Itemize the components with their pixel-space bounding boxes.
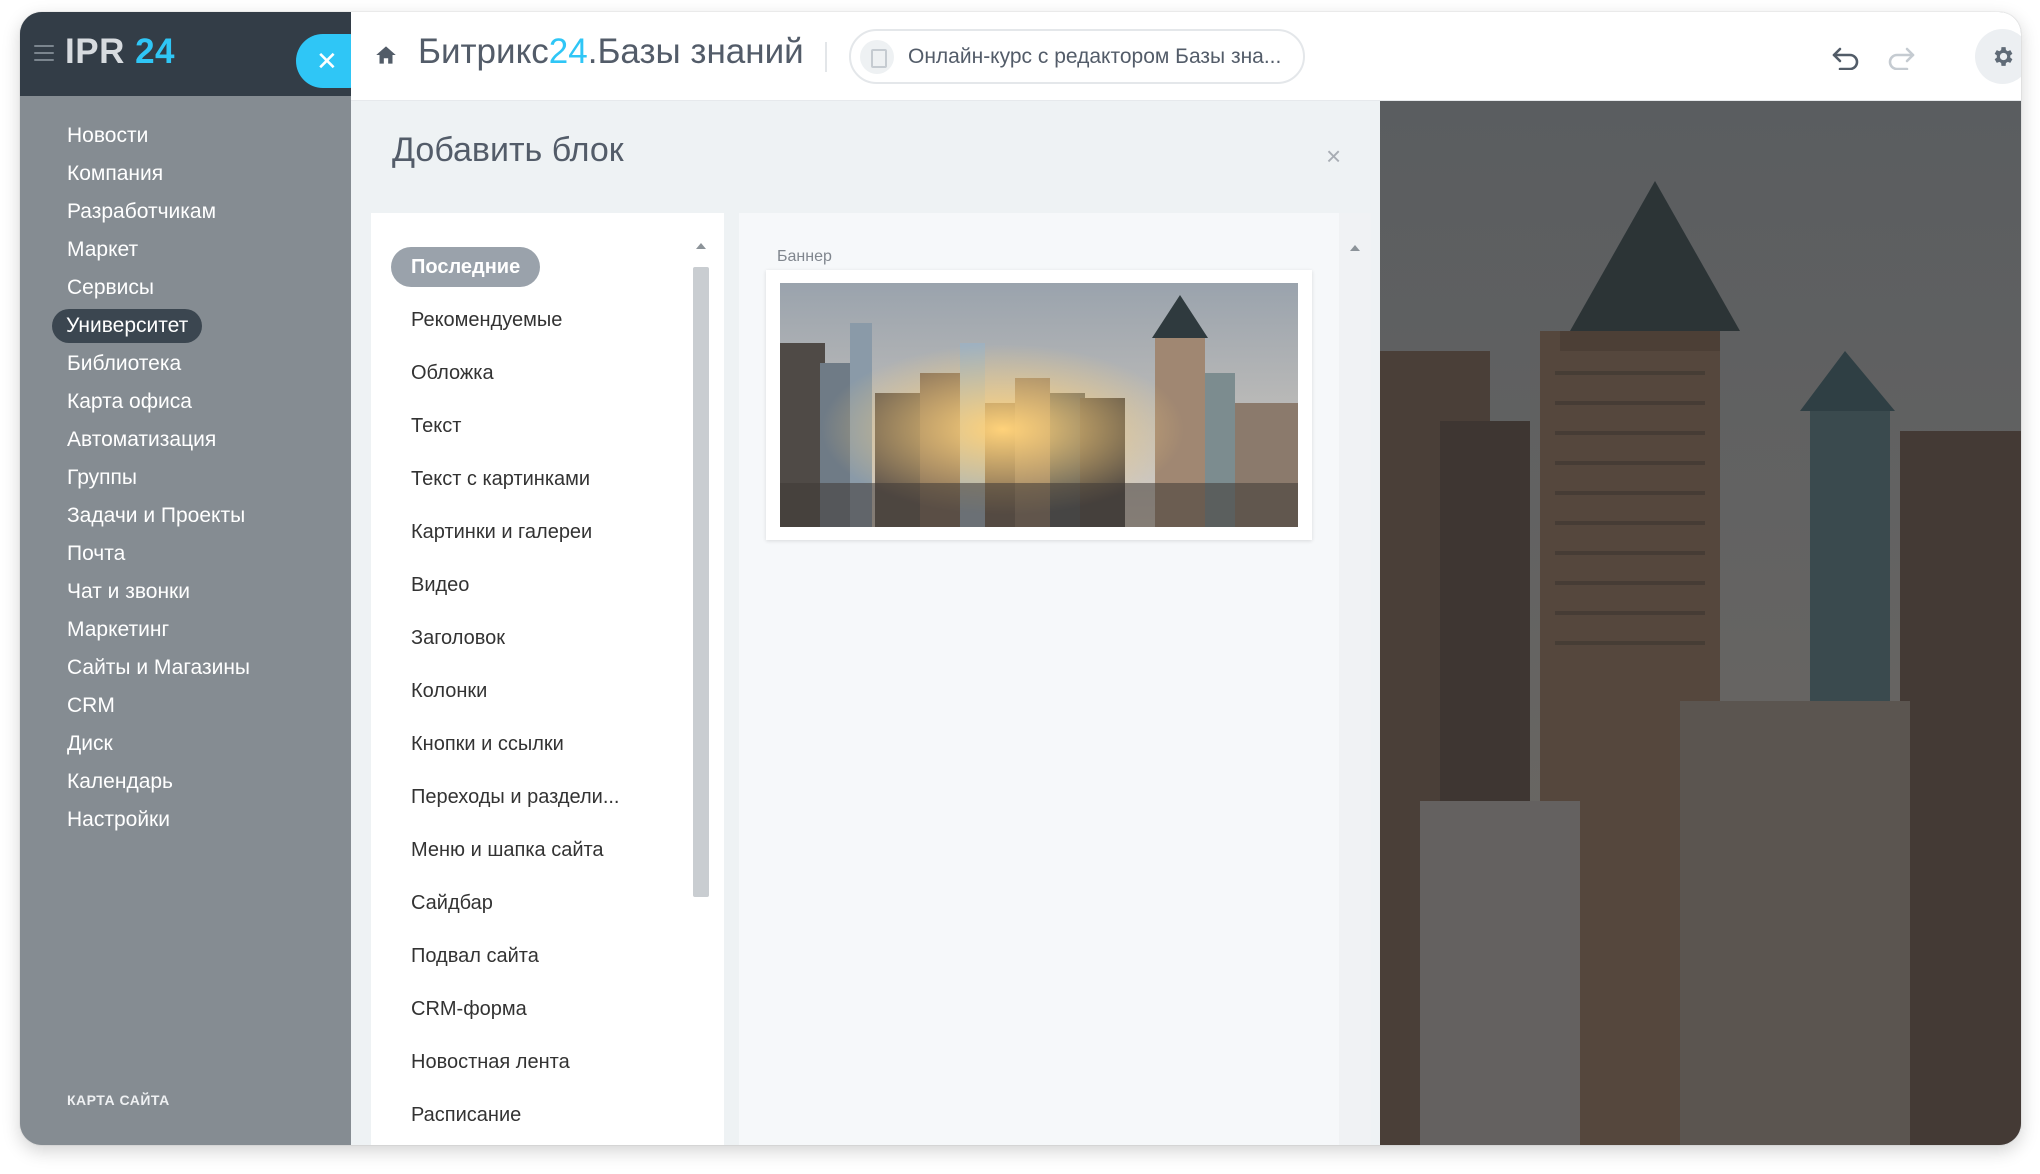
sidebar-item-calendar[interactable]: Календарь [67, 765, 173, 799]
sidebar-item-automation[interactable]: Автоматизация [67, 423, 216, 457]
undo-icon[interactable] [1831, 44, 1861, 70]
title-accent: 24 [548, 32, 588, 71]
category-news-feed[interactable]: Новостная лента [391, 1042, 590, 1082]
category-text-images[interactable]: Текст с картинками [391, 459, 610, 499]
sidebar-item-disk[interactable]: Диск [67, 727, 113, 761]
sidebar-item-office-map[interactable]: Карта офиса [67, 385, 192, 419]
sidebar-item-mail[interactable]: Почта [67, 537, 125, 571]
sidebar-item-developers[interactable]: Разработчикам [67, 195, 216, 229]
block-scroll-up-arrow-icon[interactable] [1350, 245, 1360, 251]
category-galleries[interactable]: Картинки и галереи [391, 512, 612, 552]
document-icon [860, 40, 894, 74]
page-title: Битрикс24.Базы знаний [418, 32, 804, 72]
sidebar: IPR 24 ✕ Новости Компания Разработчикам … [20, 12, 376, 1145]
sidebar-item-marketing[interactable]: Маркетинг [67, 613, 169, 647]
sidebar-item-sites[interactable]: Сайты и Магазины [67, 651, 250, 685]
gear-icon [1994, 47, 2013, 66]
category-footer[interactable]: Подвал сайта [391, 936, 559, 976]
category-scrollbar[interactable] [693, 243, 709, 1145]
sidebar-item-library[interactable]: Библиотека [67, 347, 181, 381]
sidebar-item-crm[interactable]: CRM [67, 689, 115, 723]
scrollbar-thumb[interactable] [693, 267, 709, 897]
add-block-panel: Добавить блок × Последние Рекомендуемые … [351, 101, 1380, 1145]
block-card-banner[interactable] [766, 270, 1312, 540]
sidebar-item-market[interactable]: Маркет [67, 233, 138, 267]
category-buttons-links[interactable]: Кнопки и ссылки [391, 724, 584, 764]
title-divider [825, 42, 827, 72]
block-scrollbar[interactable] [1339, 213, 1371, 1145]
category-heading[interactable]: Заголовок [391, 618, 525, 658]
sidebar-item-company[interactable]: Компания [67, 157, 163, 191]
home-icon[interactable] [373, 42, 399, 68]
course-selector[interactable]: Онлайн-курс с редактором Базы зна... [849, 29, 1305, 84]
category-crm-form[interactable]: CRM-форма [391, 989, 547, 1029]
category-cover[interactable]: Обложка [391, 353, 514, 393]
sitemap-link[interactable]: КАРТА САЙТА [67, 1092, 170, 1108]
block-list: Баннер [739, 213, 1339, 1145]
hamburger-icon[interactable] [34, 45, 54, 61]
settings-button[interactable] [1975, 29, 2021, 84]
app-window: IPR 24 ✕ Новости Компания Разработчикам … [20, 12, 2021, 1145]
title-suffix: .Базы знаний [587, 32, 804, 71]
background-city-image [1380, 101, 2021, 1145]
title-prefix: Битрикс [418, 32, 549, 71]
banner-thumbnail-image [780, 283, 1298, 527]
sidebar-item-groups[interactable]: Группы [67, 461, 137, 495]
category-separators[interactable]: Переходы и раздели... [391, 777, 640, 817]
category-schedule[interactable]: Расписание [391, 1095, 541, 1135]
logo-accent: 24 [135, 32, 176, 71]
category-list: Последние Рекомендуемые Обложка Текст Те… [371, 213, 724, 1145]
redo-icon[interactable] [1886, 44, 1916, 70]
top-bar: Битрикс24.Базы знаний Онлайн-курс с реда… [351, 12, 2021, 101]
scroll-up-arrow-icon[interactable] [696, 243, 706, 249]
sidebar-item-news[interactable]: Новости [67, 119, 148, 153]
sidebar-item-tasks[interactable]: Задачи и Проекты [67, 499, 245, 533]
category-recent[interactable]: Последние [391, 247, 541, 287]
sidebar-item-settings[interactable]: Настройки [67, 803, 170, 837]
sidebar-item-university[interactable]: Университет [52, 309, 203, 343]
panel-close-icon[interactable]: × [1326, 143, 1341, 169]
category-menu-header[interactable]: Меню и шапка сайта [391, 830, 624, 870]
sidebar-item-chat[interactable]: Чат и звонки [67, 575, 190, 609]
category-text[interactable]: Текст [391, 406, 481, 446]
sidebar-item-services[interactable]: Сервисы [67, 271, 154, 305]
category-recommended[interactable]: Рекомендуемые [391, 300, 582, 340]
category-video[interactable]: Видео [391, 565, 489, 605]
block-label-banner: Баннер [777, 248, 832, 265]
panel-title: Добавить блок [392, 131, 624, 169]
logo[interactable]: IPR 24 [65, 32, 175, 72]
category-sidebar[interactable]: Сайдбар [391, 883, 513, 923]
block-preview-area: Баннер [739, 213, 1371, 1145]
close-icon: ✕ [316, 46, 338, 76]
category-columns[interactable]: Колонки [391, 671, 507, 711]
course-label: Онлайн-курс с редактором Базы зна... [908, 45, 1282, 68]
logo-main: IPR [65, 32, 125, 71]
